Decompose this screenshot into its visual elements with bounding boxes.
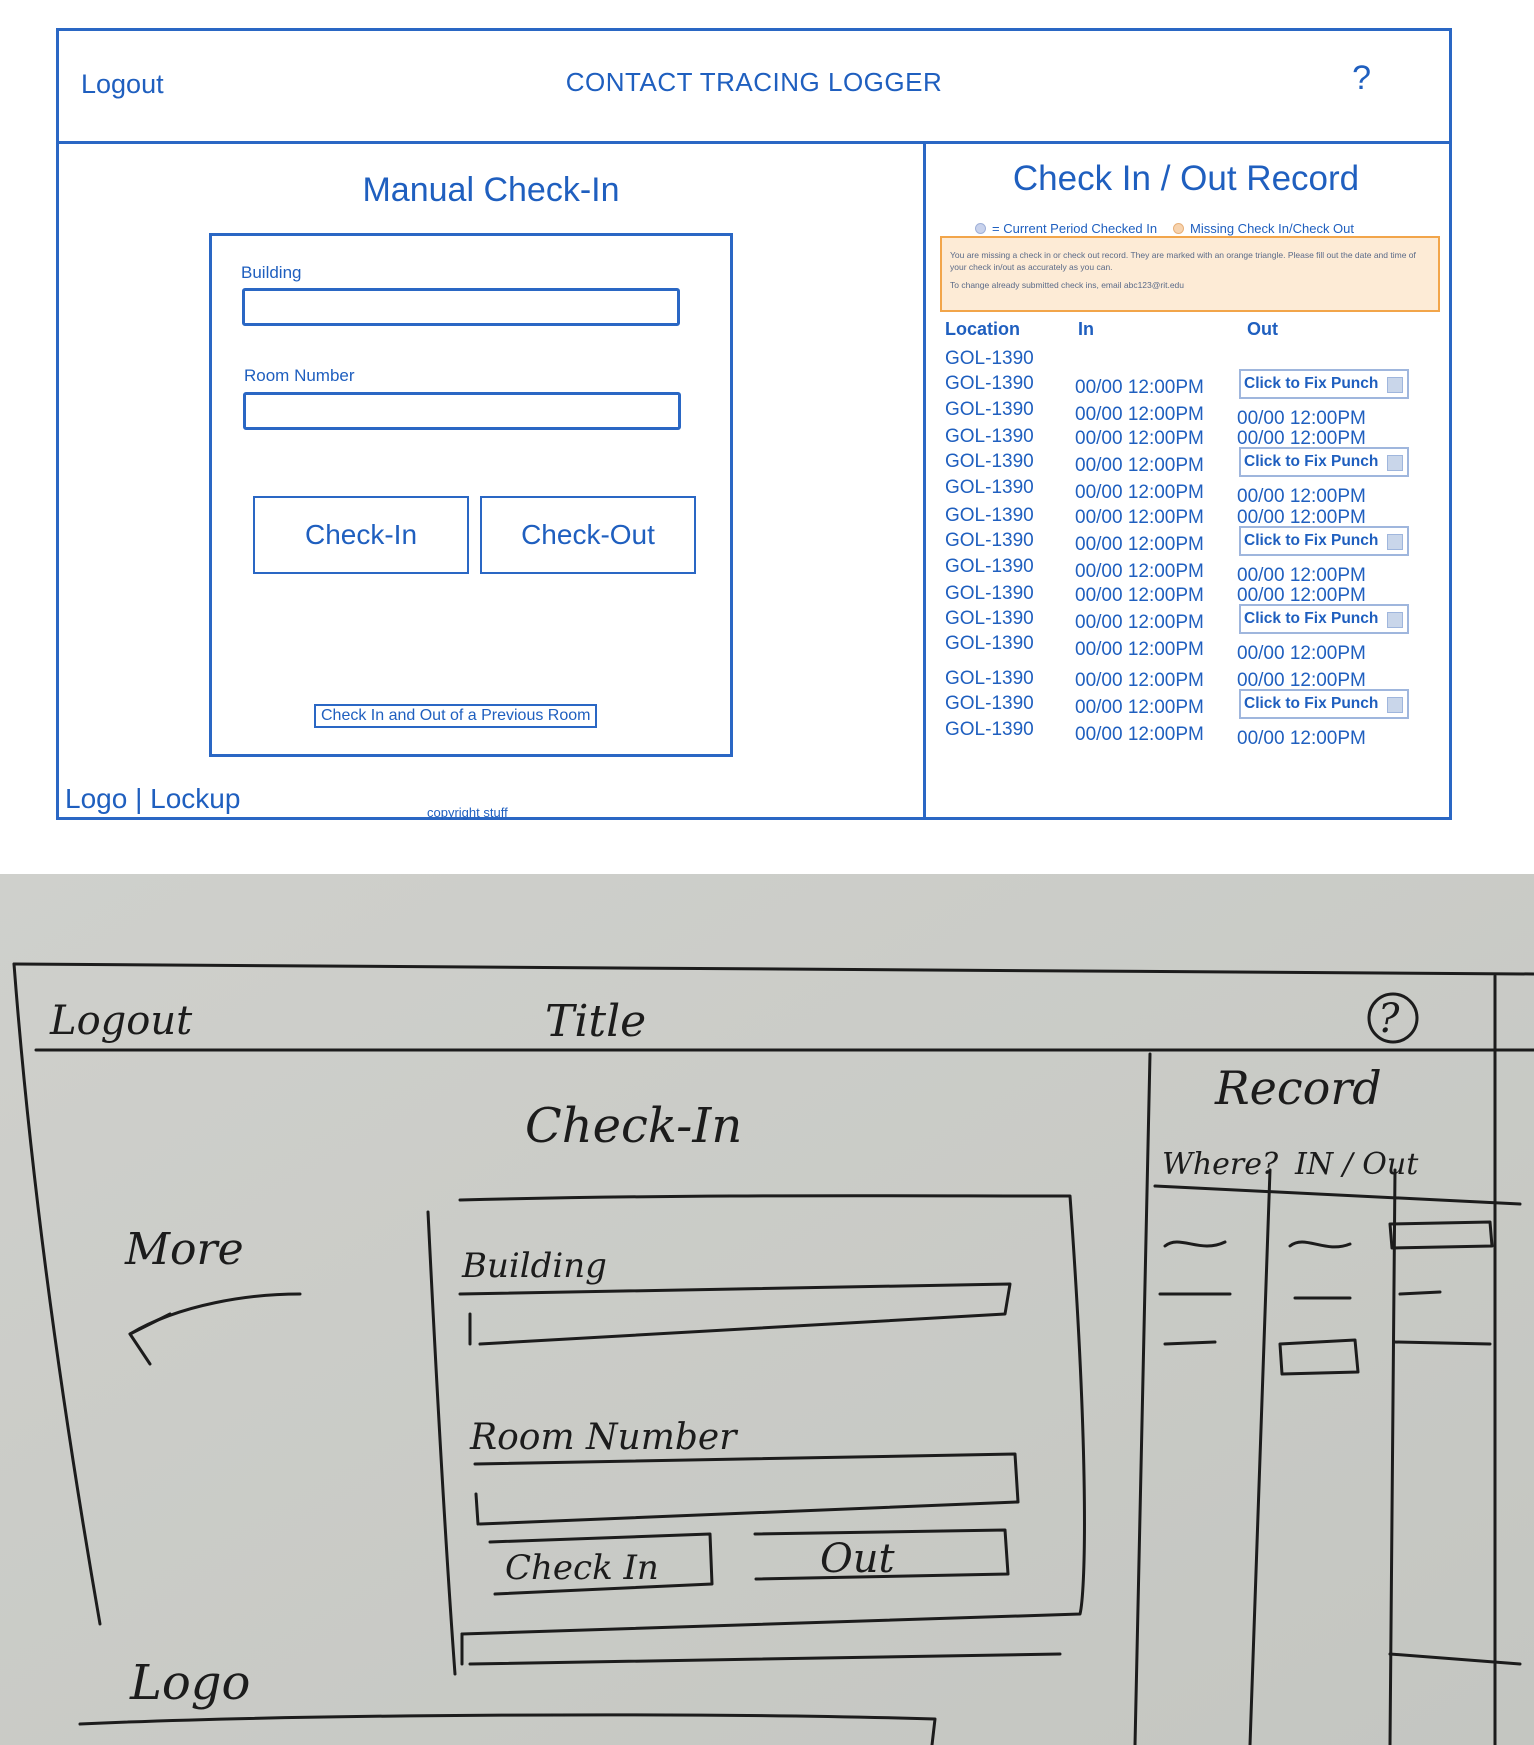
manual-checkin-panel: Manual Check-In Building Room Number Che… (59, 141, 926, 820)
record-in-time: 00/00 12:00PM (1075, 670, 1204, 691)
record-panel: Check In / Out Record = Current Period C… (923, 141, 1449, 817)
fix-punch-button[interactable]: Click to Fix Punch (1239, 526, 1409, 556)
check-in-button[interactable]: Check-In (253, 496, 469, 574)
manual-checkin-title: Manual Check-In (362, 171, 620, 209)
record-out-time: 00/00 12:00PM (1237, 565, 1366, 586)
copyright-text: copyright stuff (427, 805, 508, 820)
sketch-out-button-label: Out (820, 1536, 896, 1582)
record-in-time: 00/00 12:00PM (1075, 482, 1204, 503)
record-location: GOL-1390 (945, 399, 1034, 420)
wireframe-frame: Logout CONTACT TRACING LOGGER ? Manual C… (56, 28, 1452, 820)
missing-record-alert: You are missing a check in or check out … (940, 236, 1440, 312)
in-header: In (1078, 319, 1094, 339)
fix-punch-button[interactable]: Click to Fix Punch (1239, 689, 1409, 719)
record-in-time: 00/00 12:00PM (1075, 377, 1204, 398)
legend-missing-label: Missing Check In/Check Out (1190, 221, 1355, 236)
record-in-time: 00/00 12:00PM (1075, 639, 1204, 660)
fix-punch-button[interactable]: Click to Fix Punch (1239, 369, 1409, 399)
sketch-more-label: More (124, 1224, 244, 1275)
sketch-logo-label: Logo (129, 1655, 250, 1711)
fix-punch-label: Click to Fix Punch (1244, 375, 1379, 392)
sketch-inout-header: IN / Out (1294, 1147, 1419, 1182)
building-label: Building (241, 263, 302, 282)
hand-sketch-photo: Logout Title ? Check-In More Building Ro… (0, 874, 1534, 1745)
room-number-input[interactable] (243, 392, 681, 430)
record-location: GOL-1390 (945, 373, 1034, 394)
record-out-time: 00/00 12:00PM (1237, 643, 1366, 664)
record-title: Check In / Out Record (1012, 159, 1360, 198)
check-out-button[interactable]: Check-Out (480, 496, 696, 574)
legend-current-label: = Current Period Checked In (992, 221, 1158, 236)
record-location: GOL-1390 (945, 530, 1034, 551)
record-location: GOL-1390 (945, 693, 1034, 714)
alert-contact: To change already submitted check ins, e… (950, 280, 1185, 290)
record-in-time: 00/00 12:00PM (1075, 697, 1204, 718)
record-in-time: 00/00 12:00PM (1075, 534, 1204, 555)
checkin-form: Building Room Number Check-In Check-Out … (209, 233, 733, 757)
logo-lockup: Logo | Lockup (65, 783, 241, 814)
previous-room-button[interactable]: Check In and Out of a Previous Room (314, 704, 598, 728)
sketch-building-label: Building (461, 1246, 607, 1286)
location-header: Location (945, 319, 1020, 339)
sketch-help-label: ? (1378, 996, 1400, 1042)
record-location: GOL-1390 (945, 583, 1034, 604)
sketch-logout-label: Logout (49, 998, 193, 1044)
record-in-time: 00/00 12:00PM (1075, 455, 1204, 476)
sketch-checkin-button-label: Check In (505, 1548, 659, 1588)
record-in-time: 00/00 12:00PM (1075, 428, 1204, 449)
record-in-time: 00/00 12:00PM (1075, 585, 1204, 606)
building-input[interactable] (242, 288, 680, 326)
legend-current: = Current Period Checked In (975, 221, 1157, 236)
header-bar: Logout CONTACT TRACING LOGGER ? (59, 31, 1449, 144)
record-location: GOL-1390 (945, 556, 1034, 577)
checkbox-icon (1387, 612, 1403, 628)
record-location: GOL-1390 (945, 668, 1034, 689)
record-in-time: 00/00 12:00PM (1075, 561, 1204, 582)
record-out-time: 00/00 12:00PM (1237, 728, 1366, 749)
record-location: GOL-1390 (945, 477, 1034, 498)
record-location: GOL-1390 (945, 426, 1034, 447)
record-location: GOL-1390 (945, 451, 1034, 472)
record-in-time: 00/00 12:00PM (1075, 724, 1204, 745)
checkbox-icon (1387, 534, 1403, 550)
record-location: GOL-1390 (945, 633, 1034, 654)
fix-punch-label: Click to Fix Punch (1244, 453, 1379, 470)
record-in-time: 00/00 12:00PM (1075, 507, 1204, 528)
checkbox-icon (1387, 697, 1403, 713)
record-location: GOL-1390 (945, 608, 1034, 629)
record-in-time: 00/00 12:00PM (1075, 404, 1204, 425)
record-out-time: 00/00 12:00PM (1237, 408, 1366, 429)
checkbox-icon (1387, 455, 1403, 471)
current-period-dot-icon (975, 223, 986, 234)
record-out-time: 00/00 12:00PM (1237, 486, 1366, 507)
fix-punch-label: Click to Fix Punch (1244, 610, 1379, 627)
record-location: GOL-1390 (945, 719, 1034, 740)
sketch-drawing: Logout Title ? Check-In More Building Ro… (0, 874, 1534, 1745)
missing-punch-dot-icon (1173, 223, 1184, 234)
room-number-label: Room Number (244, 366, 355, 385)
fix-punch-button[interactable]: Click to Fix Punch (1239, 604, 1409, 634)
fix-punch-button[interactable]: Click to Fix Punch (1239, 447, 1409, 477)
checkbox-icon (1387, 377, 1403, 393)
sketch-title-label: Title (545, 996, 646, 1047)
sketch-checkin-title: Check-In (525, 1098, 742, 1154)
record-in-time: 00/00 12:00PM (1075, 612, 1204, 633)
app-title: CONTACT TRACING LOGGER (565, 67, 943, 97)
out-header: Out (1247, 319, 1278, 339)
sketch-room-number-label: Room Number (469, 1417, 738, 1458)
sketch-where-header: Where? (1162, 1147, 1279, 1182)
record-location: GOL-1390 (945, 348, 1034, 369)
legend-missing: Missing Check In/Check Out (1173, 221, 1354, 236)
sketch-record-title: Record (1214, 1061, 1382, 1115)
help-icon[interactable]: ? (1352, 59, 1371, 98)
fix-punch-label: Click to Fix Punch (1244, 532, 1379, 549)
record-location: GOL-1390 (945, 505, 1034, 526)
alert-message: You are missing a check in or check out … (950, 250, 1416, 272)
fix-punch-label: Click to Fix Punch (1244, 695, 1379, 712)
